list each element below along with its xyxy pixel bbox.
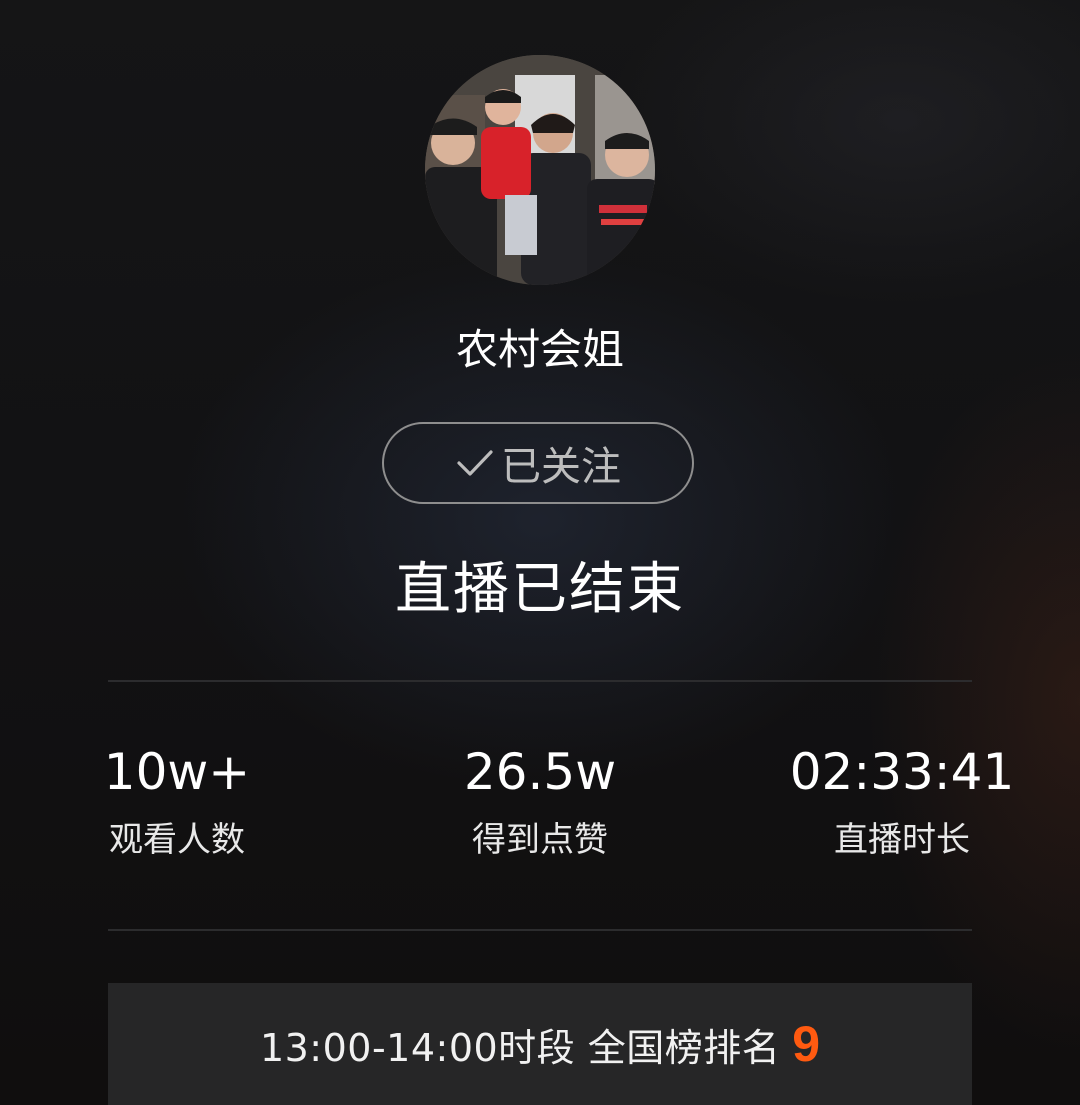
stat-label: 观看人数 xyxy=(109,820,245,860)
stat-duration: 02:33:41 直播时长 xyxy=(752,740,1052,862)
stat-label: 直播时长 xyxy=(834,820,970,860)
divider xyxy=(108,929,972,931)
stat-value: 02:33:41 xyxy=(789,743,1015,801)
stat-likes: 26.5w 得到点赞 xyxy=(390,740,690,862)
stats-row: 10w+ 观看人数 26.5w 得到点赞 02:33:41 直播时长 xyxy=(0,740,1080,880)
avatar[interactable] xyxy=(425,55,655,285)
check-icon xyxy=(457,450,493,476)
ranking-banner[interactable]: 13:00-14:00时段 全国榜排名 9 xyxy=(108,983,972,1105)
stat-value: 26.5w xyxy=(463,743,617,801)
ranking-text: 13:00-14:00时段 全国榜排名 xyxy=(259,1025,781,1070)
stat-value: 10w+ xyxy=(103,743,251,801)
following-button[interactable]: 已关注 xyxy=(382,422,694,504)
stat-label: 得到点赞 xyxy=(472,820,608,860)
following-label: 已关注 xyxy=(501,444,621,490)
stat-viewers: 10w+ 观看人数 xyxy=(27,740,327,862)
username: 农村会姐 xyxy=(455,325,624,374)
ranking-number: 9 xyxy=(792,1016,821,1072)
live-ended-title: 直播已结束 xyxy=(395,557,685,622)
divider xyxy=(108,680,972,682)
